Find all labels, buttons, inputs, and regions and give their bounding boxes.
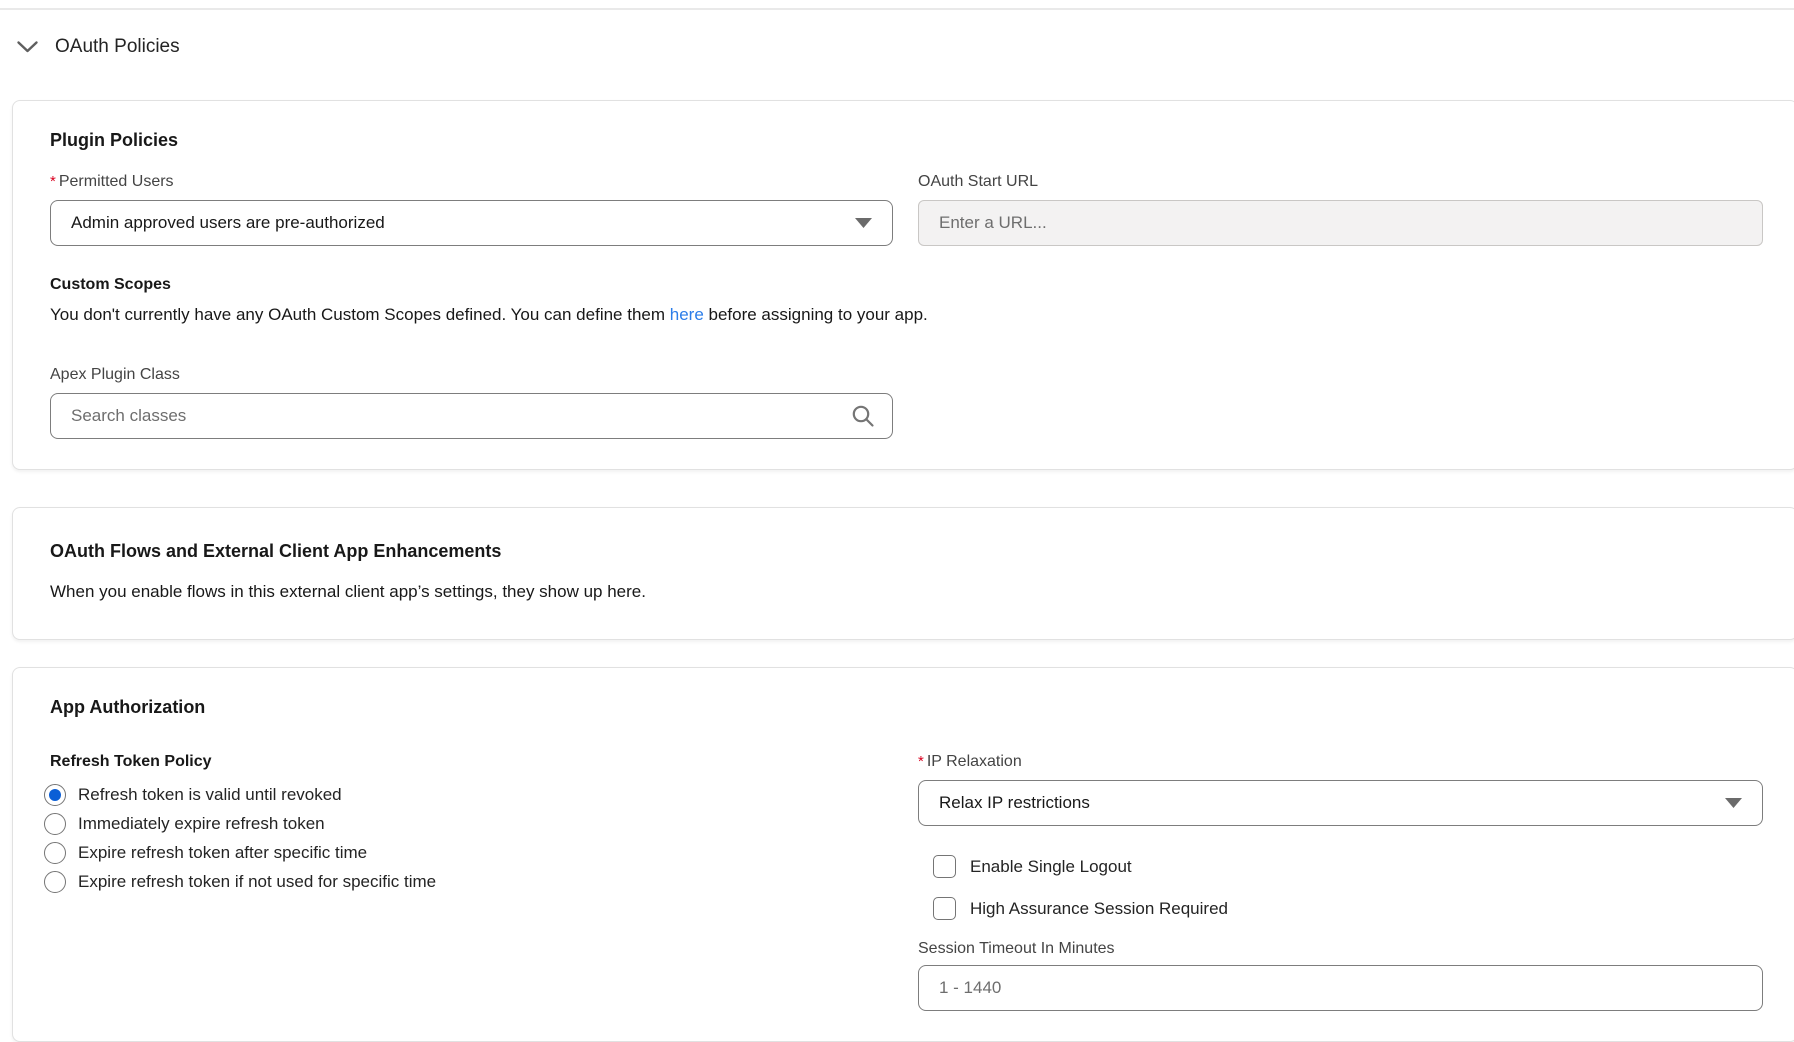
enable-single-logout-checkbox[interactable] — [933, 855, 956, 878]
custom-scopes-text: You don't currently have any OAuth Custo… — [50, 304, 1763, 326]
refresh-token-policy-label: Refresh Token Policy — [50, 752, 893, 772]
refresh-token-radio-3[interactable] — [44, 871, 66, 893]
oauth-flows-card: OAuth Flows and External Client App Enha… — [12, 507, 1794, 640]
app-authorization-right-column: *IP Relaxation Relax IP restrictions Ena… — [918, 752, 1763, 1011]
section-title: OAuth Policies — [55, 36, 180, 58]
required-asterisk: * — [918, 753, 924, 770]
radio-option-2[interactable]: Expire refresh token after specific time — [44, 841, 893, 865]
apex-class-search-placeholder: Search classes — [71, 406, 186, 426]
plugin-policies-title: Plugin Policies — [50, 130, 1763, 151]
apex-plugin-class-field: Apex Plugin Class Search classes — [50, 365, 893, 439]
refresh-token-radio-1[interactable] — [44, 813, 66, 835]
plugin-policies-card: Plugin Policies *Permitted Users Admin a… — [12, 100, 1794, 470]
permitted-users-field: *Permitted Users Admin approved users ar… — [50, 172, 893, 246]
apex-plugin-class-label: Apex Plugin Class — [50, 365, 893, 385]
session-timeout-placeholder: 1 - 1440 — [939, 978, 1001, 998]
checkbox-group: Enable Single Logout High Assurance Sess… — [933, 855, 1763, 920]
required-asterisk: * — [50, 173, 56, 190]
permitted-users-combobox[interactable]: Admin approved users are pre-authorized — [50, 200, 893, 246]
caret-down-icon — [855, 218, 872, 228]
high-assurance-session-checkbox[interactable] — [933, 897, 956, 920]
custom-scopes-title: Custom Scopes — [50, 275, 1763, 295]
permitted-users-label: *Permitted Users — [50, 172, 893, 192]
ip-relaxation-label: *IP Relaxation — [918, 752, 1763, 772]
chevron-down-icon[interactable] — [14, 38, 41, 56]
permitted-users-value: Admin approved users are pre-authorized — [71, 213, 385, 233]
refresh-token-radio-2[interactable] — [44, 842, 66, 864]
apex-class-search-input[interactable]: Search classes — [50, 393, 893, 439]
caret-down-icon — [1725, 798, 1742, 808]
refresh-token-radio-0[interactable] — [44, 784, 66, 806]
high-assurance-session-row[interactable]: High Assurance Session Required — [933, 897, 1763, 920]
radio-option-0[interactable]: Refresh token is valid until revoked — [44, 783, 893, 807]
oauth-start-url-placeholder: Enter a URL... — [939, 213, 1047, 233]
app-authorization-card: App Authorization Refresh Token Policy R… — [12, 667, 1794, 1042]
refresh-token-policy-radio-group: Refresh token is valid until revoked Imm… — [44, 783, 893, 894]
search-icon — [851, 404, 875, 428]
session-timeout-input[interactable]: 1 - 1440 — [918, 965, 1763, 1011]
oauth-start-url-input[interactable]: Enter a URL... — [918, 200, 1763, 246]
top-divider — [0, 8, 1794, 10]
refresh-token-policy-field: Refresh Token Policy Refresh token is va… — [50, 752, 893, 1011]
enable-single-logout-row[interactable]: Enable Single Logout — [933, 855, 1763, 878]
ip-relaxation-combobox[interactable]: Relax IP restrictions — [918, 780, 1763, 826]
session-timeout-label: Session Timeout In Minutes — [918, 939, 1763, 959]
oauth-start-url-field: OAuth Start URL Enter a URL... — [918, 172, 1763, 246]
oauth-flows-description: When you enable flows in this external c… — [50, 581, 1763, 603]
app-authorization-title: App Authorization — [50, 697, 1763, 718]
oauth-start-url-label: OAuth Start URL — [918, 172, 1763, 192]
define-scopes-link[interactable]: here — [670, 305, 704, 324]
oauth-policies-section-header[interactable]: OAuth Policies — [14, 34, 1794, 60]
radio-option-3[interactable]: Expire refresh token if not used for spe… — [44, 870, 893, 894]
ip-relaxation-field: *IP Relaxation Relax IP restrictions — [918, 752, 1763, 826]
ip-relaxation-value: Relax IP restrictions — [939, 793, 1090, 813]
custom-scopes-block: Custom Scopes You don't currently have a… — [50, 275, 1763, 326]
session-timeout-field: Session Timeout In Minutes 1 - 1440 — [918, 939, 1763, 1011]
radio-option-1[interactable]: Immediately expire refresh token — [44, 812, 893, 836]
oauth-flows-title: OAuth Flows and External Client App Enha… — [50, 541, 1763, 562]
